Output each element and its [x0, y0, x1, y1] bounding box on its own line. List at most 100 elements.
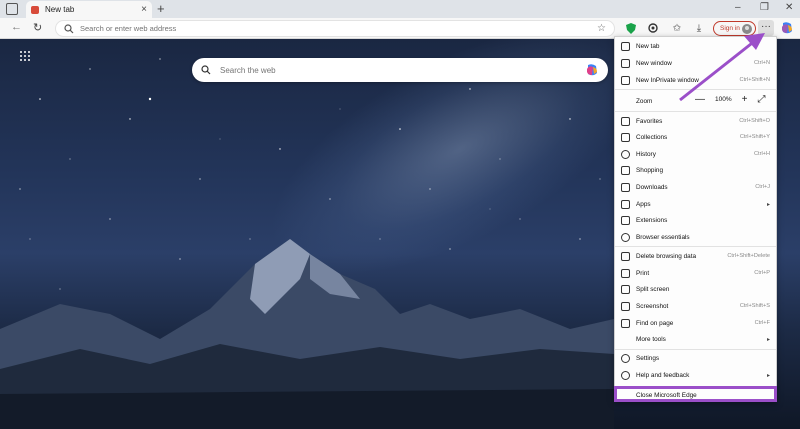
restore-icon[interactable]: ❐	[760, 2, 769, 13]
collections-icon	[621, 132, 630, 142]
menu-label: Shopping	[636, 166, 664, 174]
downloads-icon[interactable]: ⤓	[692, 21, 706, 35]
zoom-in-button[interactable]: +	[742, 94, 748, 105]
search-icon	[201, 65, 211, 75]
menu-item-favorites[interactable]: Favorites Ctrl+Shift+O	[615, 113, 776, 129]
menu-label: New InPrivate window	[636, 76, 699, 84]
menu-item-new-window[interactable]: New window Ctrl+N	[615, 55, 776, 71]
menu-label: New window	[636, 59, 672, 67]
menu-label: Print	[636, 269, 650, 277]
address-input[interactable]	[80, 24, 606, 33]
menu-item-print[interactable]: Print Ctrl+P	[615, 265, 776, 281]
menu-item-find-on-page[interactable]: Find on page Ctrl+F	[615, 315, 776, 331]
close-window-icon[interactable]: ✕	[785, 2, 793, 13]
menu-label: Screenshot	[636, 302, 669, 310]
menu-shortcut: Ctrl+P	[754, 270, 770, 276]
menu-label: Extensions	[636, 216, 668, 224]
menu-shortcut: Ctrl+Shift+Delete	[727, 253, 770, 259]
menu-item-browser-essentials[interactable]: Browser essentials	[615, 229, 776, 245]
menu-shortcut: Ctrl+Shift+N	[739, 77, 770, 83]
menu-divider	[615, 246, 776, 247]
menu-divider	[615, 89, 776, 90]
sign-in-label: Sign in	[720, 25, 740, 32]
new-tab-button[interactable]: +	[157, 1, 165, 16]
favorites-icon[interactable]: ✩	[670, 21, 684, 35]
menu-shortcut: Ctrl+Shift+Y	[739, 134, 770, 140]
menu-item-history[interactable]: History Ctrl+H	[615, 146, 776, 162]
menu-item-split-screen[interactable]: Split screen	[615, 281, 776, 297]
refresh-icon[interactable]: ↻	[33, 21, 42, 34]
edge-favicon-icon	[31, 5, 39, 14]
fullscreen-icon[interactable]: ⤢	[757, 94, 765, 105]
web-search-box[interactable]	[192, 58, 608, 82]
apps-icon	[621, 199, 630, 209]
menu-label: More tools	[636, 335, 666, 343]
menu-item-extensions[interactable]: Extensions	[615, 212, 776, 228]
chevron-right-icon: ▸	[766, 201, 770, 208]
gear-icon	[621, 353, 630, 363]
tab-bar: New tab × + – ❐ ✕	[0, 0, 800, 18]
copilot-icon[interactable]	[585, 63, 599, 77]
menu-divider	[615, 111, 776, 112]
apps-launcher-icon[interactable]	[20, 51, 30, 61]
menu-item-settings[interactable]: Settings	[615, 350, 776, 366]
menu-label: Browser essentials	[636, 233, 690, 241]
menu-shortcut: Ctrl+Shift+O	[739, 118, 770, 124]
new-window-icon	[621, 58, 630, 68]
sign-in-button[interactable]: Sign in	[713, 21, 756, 36]
menu-label: Collections	[636, 133, 668, 141]
menu-label: Delete browsing data	[636, 252, 697, 260]
zoom-controls: — 100% + ⤢	[695, 94, 765, 105]
heart-icon	[621, 232, 630, 242]
screenshot-icon	[621, 301, 630, 311]
menu-item-help-and-feedback[interactable]: Help and feedback ▸	[615, 367, 776, 383]
back-arrow-icon[interactable]: ←	[11, 21, 22, 33]
split-screen-icon	[621, 284, 630, 294]
menu-label: Favorites	[636, 117, 663, 125]
history-icon	[621, 149, 630, 159]
menu-label: Help and feedback	[636, 371, 690, 379]
tab-title: New tab	[45, 5, 75, 14]
menu-item-delete-browsing-data[interactable]: Delete browsing data Ctrl+Shift+Delete	[615, 248, 776, 264]
find-on-page-icon	[621, 318, 630, 328]
extensions-icon	[621, 215, 630, 225]
menu-item-screenshot[interactable]: Screenshot Ctrl+Shift+S	[615, 298, 776, 314]
extension-icon[interactable]	[646, 21, 660, 35]
inprivate-icon	[621, 75, 630, 85]
new-tab-icon	[621, 41, 630, 51]
menu-item-apps[interactable]: Apps ▸	[615, 196, 776, 212]
menu-item-new-inprivate-window[interactable]: New InPrivate window Ctrl+Shift+N	[615, 72, 776, 88]
settings-and-more-menu: New tab New window Ctrl+N New InPrivate …	[614, 36, 777, 402]
tab-new-tab[interactable]: New tab ×	[26, 1, 152, 18]
chevron-right-icon: ▸	[766, 336, 770, 343]
add-favorite-star-icon[interactable]: ☆	[597, 23, 606, 34]
menu-item-shopping[interactable]: Shopping	[615, 162, 776, 178]
menu-shortcut: Ctrl+N	[753, 60, 770, 66]
menu-shortcut: Ctrl+Shift+S	[739, 303, 770, 309]
close-tab-icon[interactable]: ×	[141, 4, 147, 15]
web-search-input[interactable]	[220, 65, 585, 75]
chevron-right-icon: ▸	[766, 372, 770, 379]
profile-avatar-icon	[742, 23, 752, 34]
menu-label: New tab	[636, 42, 660, 50]
minimize-icon[interactable]: –	[735, 2, 741, 13]
menu-shortcut: Ctrl+J	[755, 184, 770, 190]
menu-shortcut: Ctrl+F	[754, 320, 770, 326]
menu-item-downloads[interactable]: Downloads Ctrl+J	[615, 179, 776, 195]
menu-label: History	[636, 150, 656, 158]
menu-label: Settings	[636, 354, 660, 362]
menu-label: Apps	[636, 200, 651, 208]
address-bar[interactable]: ☆	[55, 20, 615, 37]
menu-label: Find on page	[636, 319, 674, 327]
copilot-icon[interactable]	[780, 21, 794, 35]
help-icon	[621, 370, 630, 380]
menu-item-new-tab[interactable]: New tab	[615, 38, 776, 54]
menu-item-more-tools[interactable]: More tools ▸	[615, 331, 776, 347]
close-edge-highlight	[614, 386, 777, 402]
zoom-out-button[interactable]: —	[695, 94, 705, 105]
shield-extension-icon[interactable]	[624, 21, 638, 35]
menu-item-collections[interactable]: Collections Ctrl+Shift+Y	[615, 129, 776, 145]
settings-and-more-button[interactable]: ···	[758, 20, 774, 36]
favorites-icon	[621, 116, 630, 126]
tab-actions-icon[interactable]	[6, 3, 18, 15]
